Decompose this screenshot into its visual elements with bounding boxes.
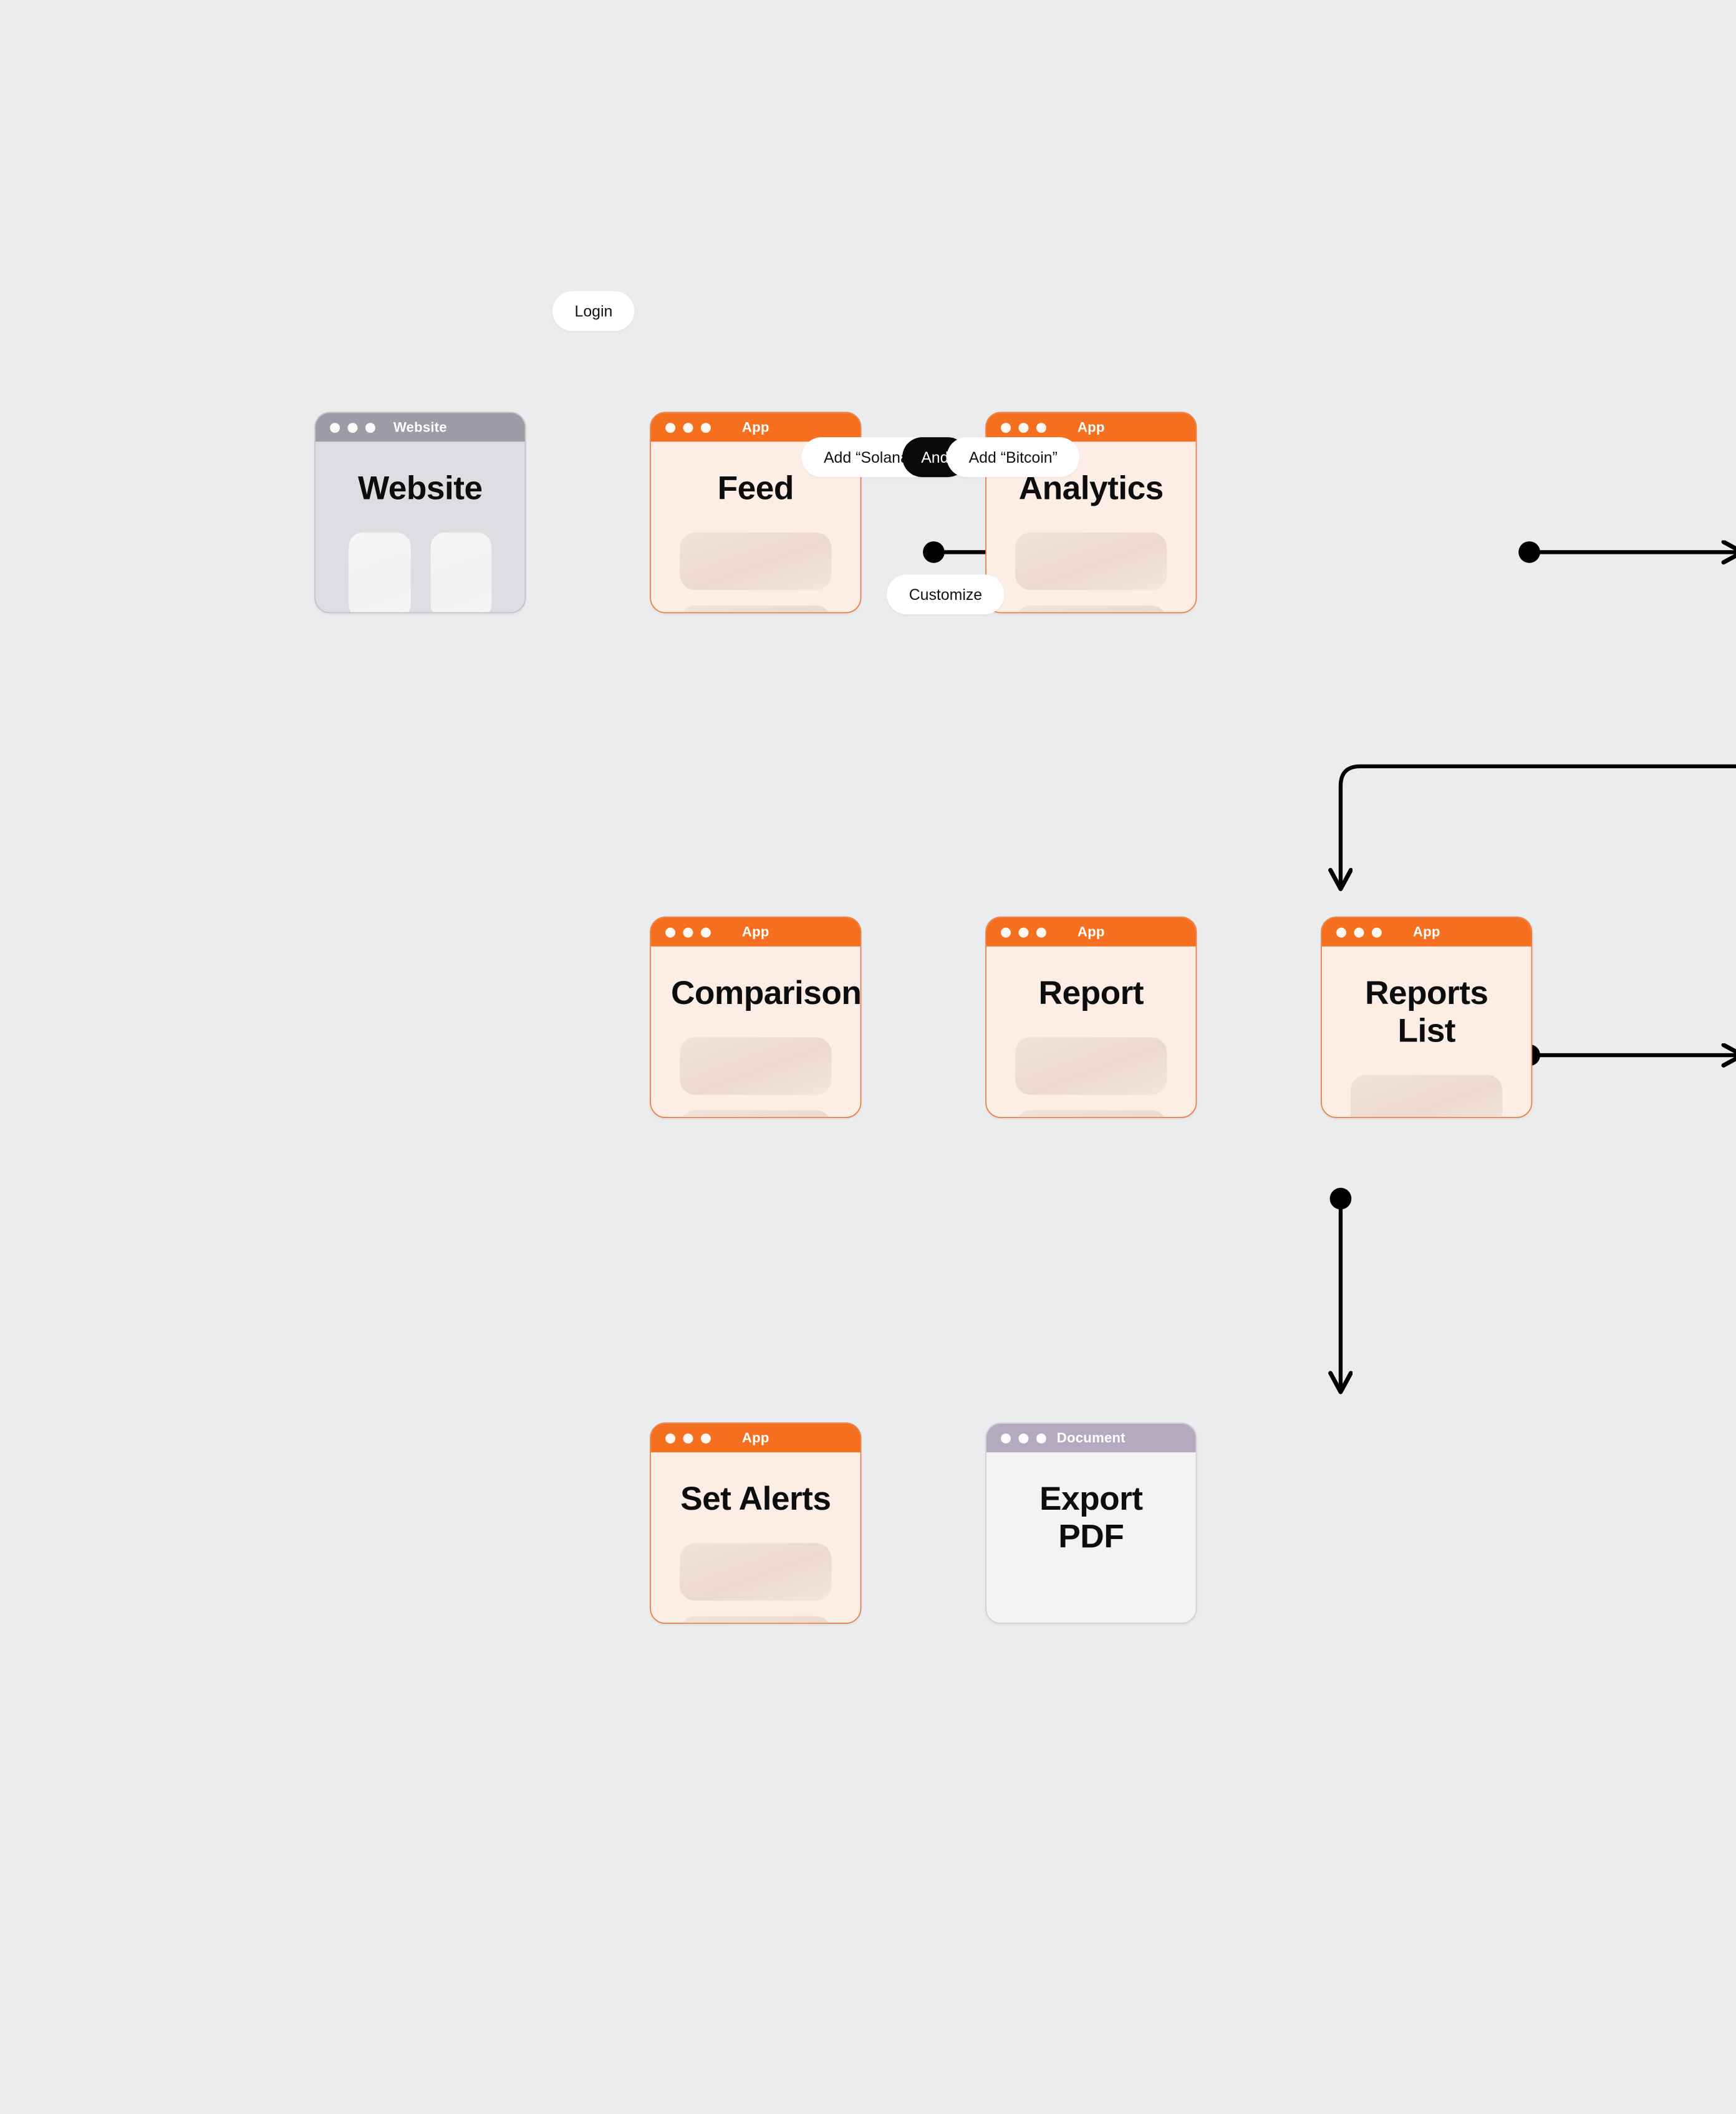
content-bar — [1351, 1074, 1503, 1117]
window-titlebar: App — [651, 1423, 861, 1452]
close-dot-icon — [330, 422, 340, 433]
node-report[interactable]: App Report — [985, 916, 1197, 1118]
edge-comparison-to-report — [1518, 1045, 1736, 1066]
edge-feed-to-analytics — [1518, 541, 1736, 563]
minimize-dot-icon — [1354, 927, 1364, 937]
window-body: Export PDF — [986, 1481, 1196, 1623]
minimize-dot-icon — [683, 927, 693, 937]
traffic-lights — [1336, 927, 1382, 937]
traffic-lights — [1001, 1432, 1046, 1443]
content-bar — [680, 1543, 832, 1601]
window-body: Set Alerts — [651, 1481, 861, 1623]
minimize-dot-icon — [1018, 927, 1029, 937]
content-block — [349, 532, 410, 612]
content-bar — [1015, 532, 1167, 591]
traffic-lights — [1001, 927, 1046, 937]
minimize-dot-icon — [683, 1432, 693, 1443]
content-bar — [680, 1037, 832, 1095]
edge-comparison-to-set-alerts — [1330, 1187, 1352, 1391]
close-dot-icon — [665, 1432, 676, 1443]
window-body: Comparison — [651, 975, 862, 1117]
traffic-lights — [665, 927, 711, 937]
maximize-dot-icon — [700, 927, 711, 937]
minimize-dot-icon — [1018, 422, 1029, 433]
flow-canvas[interactable]: Website Website App Feed App Analytics A… — [0, 0, 1736, 1624]
content-bar — [1015, 1110, 1167, 1117]
content-bar — [680, 1616, 832, 1623]
content-blocks — [335, 532, 505, 612]
node-title: Website — [358, 470, 483, 507]
maximize-dot-icon — [1036, 927, 1046, 937]
content-bars — [671, 1543, 841, 1623]
window-body: Reports List — [1322, 975, 1531, 1117]
maximize-dot-icon — [700, 422, 711, 433]
minimize-dot-icon — [1018, 1432, 1029, 1443]
close-dot-icon — [665, 927, 676, 937]
window-titlebar: Document — [986, 1423, 1196, 1452]
content-bar — [1015, 605, 1167, 612]
window-body: Feed — [651, 470, 861, 612]
edge-label-add-bitcoin[interactable]: Add “Bitcoin” — [947, 437, 1080, 478]
edge-label-login[interactable]: Login — [552, 291, 635, 331]
content-block — [430, 532, 492, 612]
close-dot-icon — [665, 422, 676, 433]
window-titlebar: App — [651, 917, 861, 947]
content-bar — [680, 605, 832, 612]
node-comparison[interactable]: App Comparison — [650, 916, 862, 1118]
node-title: Export PDF — [1039, 1481, 1143, 1556]
minimize-dot-icon — [683, 422, 693, 433]
edge-label-customize[interactable]: Customize — [887, 574, 1005, 615]
window-titlebar: App — [1321, 917, 1531, 947]
close-dot-icon — [1001, 1432, 1011, 1443]
content-bar — [1015, 1037, 1167, 1095]
maximize-dot-icon — [365, 422, 375, 433]
node-title: Report — [1038, 975, 1144, 1012]
window-titlebar: App — [986, 917, 1196, 947]
close-dot-icon — [1001, 422, 1011, 433]
window-body: Report — [986, 975, 1196, 1117]
content-bars — [1006, 1037, 1176, 1117]
minimize-dot-icon — [347, 422, 358, 433]
content-bar — [680, 1110, 832, 1117]
window-body: Analytics — [986, 470, 1196, 612]
node-title: Set Alerts — [680, 1481, 831, 1518]
maximize-dot-icon — [1036, 422, 1046, 433]
maximize-dot-icon — [1036, 1432, 1046, 1443]
close-dot-icon — [1001, 927, 1011, 937]
node-set-alerts[interactable]: App Set Alerts — [650, 1422, 862, 1624]
traffic-lights — [665, 1432, 711, 1443]
traffic-lights — [665, 422, 711, 433]
content-bars — [671, 1037, 841, 1117]
node-reports-list[interactable]: App Reports List — [1321, 916, 1533, 1118]
node-website[interactable]: Website Website — [314, 412, 526, 614]
node-title: Comparison — [670, 975, 862, 1012]
window-body: Website — [316, 470, 525, 612]
content-bars — [671, 532, 841, 612]
traffic-lights — [330, 422, 375, 433]
maximize-dot-icon — [1371, 927, 1382, 937]
content-bars — [1342, 1074, 1512, 1117]
node-title: Reports List — [1364, 975, 1488, 1050]
close-dot-icon — [1336, 927, 1347, 937]
node-export-pdf[interactable]: Document Export PDF — [985, 1422, 1197, 1624]
traffic-lights — [1001, 422, 1046, 433]
content-bars — [1006, 532, 1176, 612]
content-bar — [680, 532, 832, 591]
maximize-dot-icon — [700, 1432, 711, 1443]
window-titlebar: Website — [316, 413, 525, 442]
